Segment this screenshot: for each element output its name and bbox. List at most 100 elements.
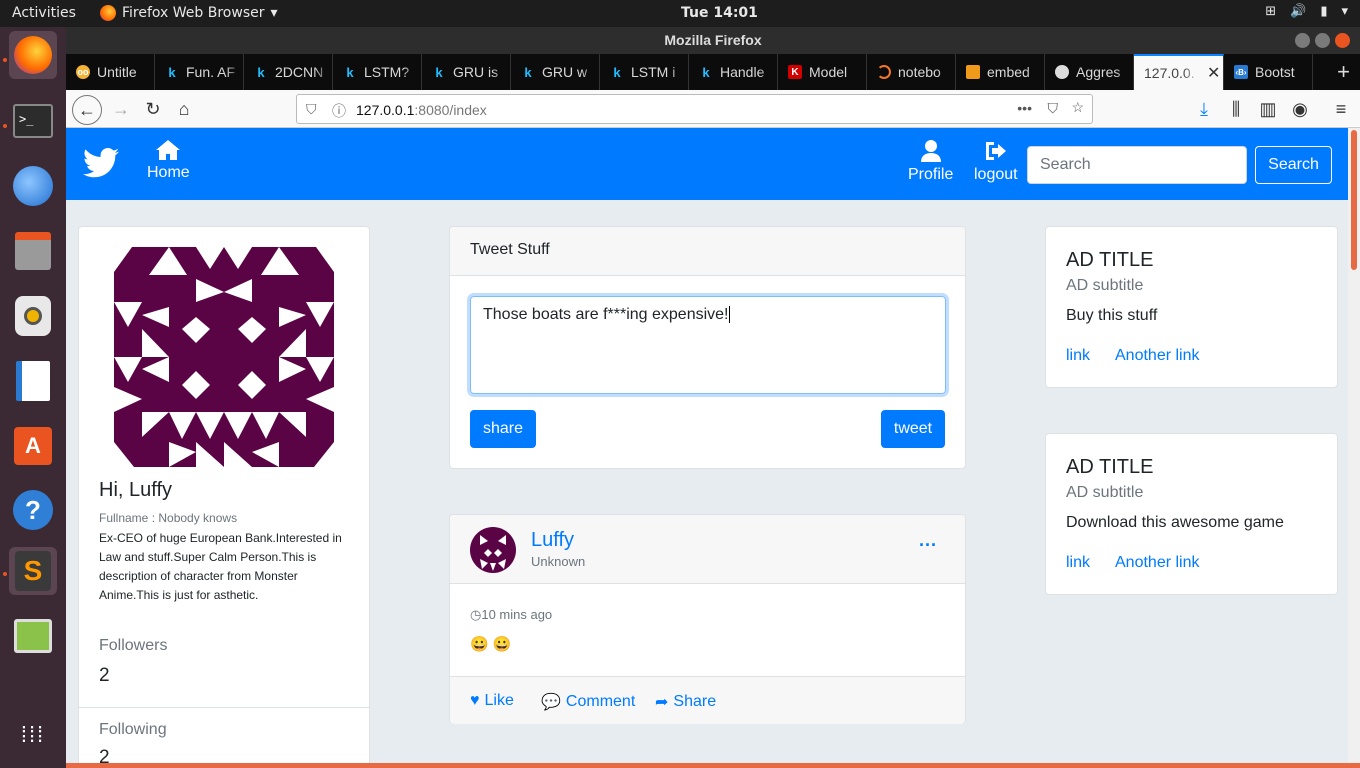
site-navbar: Home Profile logout Search Search	[66, 128, 1348, 200]
page-scrollbar[interactable]	[1348, 128, 1360, 768]
ad-link[interactable]: link	[1066, 554, 1090, 572]
compose-header: Tweet Stuff	[450, 227, 965, 276]
tab-strip: oo Untitle k Fun. AF k 2DCNN k LSTM? k GRU is…	[66, 54, 1360, 90]
browser-tab-active[interactable]: 127.0.0. ✕	[1134, 54, 1224, 90]
tweet-textarea[interactable]: Those boats are f***ing expensive!	[470, 296, 946, 394]
info-icon[interactable]: ⓘ	[332, 101, 346, 121]
hamburger-menu-icon[interactable]: ≡	[1328, 96, 1354, 122]
software-center-dock-icon[interactable]: A	[9, 422, 57, 470]
ad-title: AD TITLE	[1066, 249, 1154, 271]
site-search-button[interactable]: Search	[1255, 146, 1332, 184]
browser-tab[interactable]: oo Untitle	[66, 54, 155, 90]
nav-logout[interactable]: logout	[974, 140, 1018, 184]
profile-description: Ex-CEO of huge European Bank.Interested …	[99, 531, 342, 602]
bottom-accent-bar	[66, 763, 1360, 768]
ubuntu-dock: >_ A ? S ⁞⁞⁞	[0, 27, 66, 768]
account-icon[interactable]: ◉	[1287, 96, 1313, 122]
share-tweet-button[interactable]: ➦ Share	[655, 692, 716, 712]
profile-card: Hi, Luffy Fullname : Nobody knows Ex-CEO…	[78, 226, 370, 768]
browser-tab[interactable]: k 2DCNN	[244, 54, 333, 90]
followers-count: 2	[99, 665, 110, 686]
shield-icon[interactable]: ⛉	[306, 101, 317, 118]
minimize-icon[interactable]	[1295, 33, 1310, 48]
comment-button[interactable]: 💬 Comment	[541, 692, 635, 712]
keras-icon: K	[788, 65, 802, 79]
window-titlebar: Mozilla Firefox	[66, 27, 1360, 54]
more-options-icon[interactable]: ···	[919, 535, 937, 556]
profile-fullname: Fullname : Nobody knows	[99, 511, 238, 525]
ad-link[interactable]: link	[1066, 347, 1090, 365]
kaggle-icon: k	[702, 64, 710, 80]
profile-greeting: Hi, Luffy	[99, 479, 172, 501]
browser-tab[interactable]: embed	[956, 54, 1045, 90]
app-name: Firefox Web Browser	[122, 5, 265, 21]
page-content: Home Profile logout Search Search Hi, Lu…	[66, 128, 1360, 768]
tweet-actions: ♥ Like 💬 Comment ➦ Share	[450, 676, 965, 724]
thunderbird-dock-icon[interactable]	[9, 162, 57, 210]
downloads-icon[interactable]: ⤓	[1191, 96, 1217, 122]
like-button[interactable]: ♥ Like	[470, 692, 514, 710]
library-icon[interactable]: ⫼	[1223, 96, 1249, 122]
maximize-icon[interactable]	[1315, 33, 1330, 48]
tweet-timestamp: ◷10 mins ago	[470, 607, 553, 622]
comment-icon: 💬	[541, 694, 561, 711]
browser-tab[interactable]: k LSTM i	[600, 54, 689, 90]
window-title: Mozilla Firefox	[664, 32, 762, 48]
url-text: 127.0.0.1:8080/index	[356, 102, 487, 118]
browser-tab[interactable]: Aggres	[1045, 54, 1134, 90]
ad-another-link[interactable]: Another link	[1115, 347, 1200, 365]
page-actions-icon[interactable]: •••	[1017, 100, 1032, 116]
ad-another-link[interactable]: Another link	[1115, 554, 1200, 572]
forward-button[interactable]: →	[108, 96, 134, 122]
site-search-input[interactable]: Search	[1027, 146, 1247, 184]
system-top-bar: Activities Firefox Web Browser ▾ Tue 14:…	[0, 0, 1360, 27]
writer-dock-icon[interactable]	[9, 357, 57, 405]
browser-tab[interactable]: k GRU is	[422, 54, 511, 90]
bookmark-star-icon[interactable]: ☆	[1071, 99, 1084, 116]
close-tab-icon[interactable]: ✕	[1207, 63, 1220, 83]
clock[interactable]: Tue 14:01	[681, 5, 758, 21]
ad-text: Buy this stuff	[1066, 307, 1158, 324]
address-bar[interactable]: ⛉ ⓘ 127.0.0.1:8080/index ••• ⛉ ☆	[296, 94, 1093, 124]
browser-tab[interactable]: ‹B› Bootst	[1224, 54, 1313, 90]
rhythmbox-dock-icon[interactable]	[9, 292, 57, 340]
close-icon[interactable]	[1335, 33, 1350, 48]
tweet-button[interactable]: tweet	[881, 410, 945, 448]
tweet-author-subtitle: Unknown	[531, 554, 586, 569]
firefox-dock-icon[interactable]	[9, 31, 57, 79]
ad-subtitle: AD subtitle	[1066, 484, 1144, 501]
jupyter-icon: oo	[76, 65, 90, 79]
reload-button[interactable]: ↻	[140, 96, 166, 122]
help-dock-icon[interactable]: ?	[9, 486, 57, 534]
nav-home[interactable]: Home	[147, 140, 190, 182]
scrollbar-thumb[interactable]	[1351, 130, 1357, 270]
image-viewer-dock-icon[interactable]	[9, 612, 57, 660]
tweet-author-name[interactable]: Luffy	[531, 529, 574, 552]
twitter-logo-icon[interactable]	[83, 148, 119, 178]
browser-tab[interactable]: K Model	[778, 54, 867, 90]
share-button[interactable]: share	[470, 410, 536, 448]
nav-profile[interactable]: Profile	[908, 140, 953, 184]
pocket-icon[interactable]: ⛉	[1048, 100, 1059, 117]
ad-subtitle: AD subtitle	[1066, 277, 1144, 294]
activities-button[interactable]: Activities	[12, 5, 76, 21]
chevron-down-icon: ▾	[270, 5, 278, 21]
browser-tab[interactable]: k GRU w	[511, 54, 600, 90]
show-applications-icon[interactable]: ⁞⁞⁞	[9, 711, 57, 759]
browser-tab[interactable]: k Handle	[689, 54, 778, 90]
files-dock-icon[interactable]	[9, 227, 57, 275]
home-button[interactable]: ⌂	[171, 96, 197, 122]
browser-tab[interactable]: k Fun. AF	[155, 54, 244, 90]
browser-tab[interactable]: k LSTM?	[333, 54, 422, 90]
sublime-text-dock-icon[interactable]: S	[9, 547, 57, 595]
terminal-dock-icon[interactable]: >_	[9, 97, 57, 145]
system-tray[interactable]: ⊞ 🔊 ▮ ▾	[1265, 4, 1348, 19]
back-button[interactable]: ←	[72, 95, 102, 125]
browser-tab[interactable]: notebo	[867, 54, 956, 90]
tweet-avatar[interactable]	[470, 527, 516, 573]
sidebar-icon[interactable]: ▥	[1255, 96, 1281, 122]
kaggle-icon: k	[346, 64, 354, 80]
divider	[79, 707, 369, 708]
app-menu[interactable]: Firefox Web Browser ▾	[100, 5, 278, 21]
new-tab-button[interactable]: +	[1337, 59, 1350, 85]
